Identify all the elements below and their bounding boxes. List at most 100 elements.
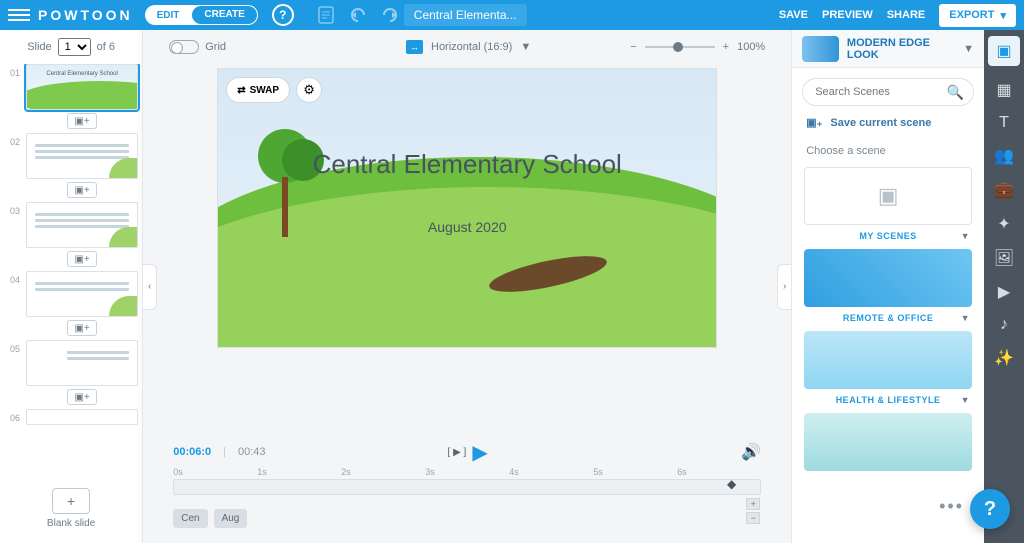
add-after-slide-icon[interactable]: ▣+ — [67, 113, 97, 129]
choose-scene-label: Choose a scene — [792, 139, 984, 161]
slide-total: of 6 — [97, 41, 115, 53]
add-after-slide-icon[interactable]: ▣+ — [67, 182, 97, 198]
search-icon[interactable]: 🔍 — [947, 84, 964, 101]
project-title-input[interactable]: Central Elementa... — [404, 4, 527, 26]
sound-tool-icon[interactable]: ♪ — [1000, 316, 1008, 334]
slide-thumb-5[interactable] — [26, 340, 138, 386]
shapes-tool-icon[interactable]: ✦ — [997, 214, 1010, 234]
look-selector[interactable]: MODERN EDGE LOOK ▼ — [792, 30, 984, 68]
slide-thumb-4[interactable] — [26, 271, 138, 317]
play-icon[interactable]: ▶ — [472, 440, 487, 465]
slide-thumb-6[interactable] — [26, 409, 138, 425]
mode-toggle[interactable]: EDIT CREATE — [145, 5, 258, 25]
step-back-icon[interactable]: [ ▶ ] — [448, 447, 467, 458]
my-scene-placeholder[interactable]: ▣ — [804, 167, 972, 225]
chevron-down-icon: ▼ — [520, 41, 531, 53]
playhead-icon[interactable]: ◆ — [727, 477, 736, 491]
look-thumbnail — [802, 36, 839, 62]
blank-slide-label: Blank slide — [47, 518, 95, 529]
more-menu-icon[interactable]: ••• — [939, 496, 964, 517]
slide-select[interactable]: 1 — [58, 38, 91, 56]
thumb-number: 04 — [4, 271, 20, 285]
look-label: MODERN EDGE LOOK — [847, 37, 955, 61]
thumb-number: 02 — [4, 133, 20, 147]
share-button[interactable]: SHARE — [887, 9, 926, 21]
timeline[interactable]: 0s 1s 2s 3s 4s 5s 6s ◆ + − Cen Aug — [143, 467, 791, 543]
aspect-label: Horizontal (16:9) — [431, 41, 512, 53]
save-button[interactable]: SAVE — [779, 9, 808, 21]
preview-button[interactable]: PREVIEW — [822, 9, 873, 21]
images-tool-icon[interactable]: 🖼 — [994, 248, 1014, 268]
scene-category-health[interactable] — [804, 331, 972, 389]
chevron-down-icon[interactable]: ▼ — [961, 231, 970, 241]
category-my-scenes[interactable]: MY SCENES — [859, 231, 916, 241]
plus-icon: + — [52, 488, 90, 514]
category-health-label[interactable]: HEALTH & LIFESTYLE — [836, 395, 941, 405]
grid-label: Grid — [205, 41, 226, 53]
export-button[interactable]: EXPORT ▾ — [939, 4, 1016, 27]
slide-subtitle[interactable]: August 2020 — [218, 219, 716, 235]
swap-button[interactable]: ⇄ SWAP — [226, 77, 290, 103]
zoom-value: 100% — [737, 41, 765, 53]
slide-thumb-1[interactable]: Central Elementary School — [26, 64, 138, 110]
video-tool-icon[interactable]: ▶ — [998, 282, 1010, 302]
timeline-object-chip[interactable]: Aug — [214, 509, 248, 528]
props-tool-icon[interactable]: 💼 — [994, 180, 1014, 200]
gear-icon[interactable]: ⚙ — [296, 77, 322, 103]
add-after-slide-icon[interactable]: ▣+ — [67, 320, 97, 336]
slide-thumbnails: 01 Central Elementary School ▣+ 02 ▣+ — [0, 64, 142, 478]
background-tool-icon[interactable]: ▦ — [996, 80, 1011, 100]
edit-mode[interactable]: EDIT — [145, 10, 192, 21]
redo-icon[interactable] — [380, 8, 398, 22]
slide-title[interactable]: Central Elementary School — [218, 149, 716, 180]
save-scene-label: Save current scene — [830, 117, 931, 129]
document-icon[interactable] — [318, 6, 334, 24]
chevron-down-icon[interactable]: ▼ — [961, 313, 970, 323]
canvas-area: ‹ › Grid ↔ Horizontal (16:9) ▼ − + 100% — [143, 30, 791, 543]
scenes-tool-icon[interactable]: ▣ — [988, 36, 1020, 66]
right-panel: MODERN EDGE LOOK ▼ 🔍 ▣₊ Save current sce… — [791, 30, 1024, 543]
zoom-slider[interactable] — [645, 46, 715, 48]
timeline-zoom-in-icon[interactable]: + — [746, 498, 760, 510]
aspect-icon: ↔ — [406, 40, 423, 54]
collapse-left-icon[interactable]: ‹ — [143, 264, 157, 310]
slide-nav: Slide 1 of 6 — [0, 30, 142, 64]
thumb-number: 06 — [4, 409, 20, 423]
chevron-down-icon[interactable]: ▼ — [961, 395, 970, 405]
add-after-slide-icon[interactable]: ▣+ — [67, 389, 97, 405]
specials-tool-icon[interactable]: ✨ — [994, 348, 1014, 368]
slide-thumb-3[interactable] — [26, 202, 138, 248]
slide-stage[interactable]: ⇄ SWAP ⚙ Central Elementary School Augus… — [217, 68, 717, 348]
category-remote-office-label[interactable]: REMOTE & OFFICE — [843, 313, 934, 323]
characters-tool-icon[interactable]: 👥 — [994, 146, 1014, 166]
zoom-out-icon[interactable]: − — [630, 41, 636, 53]
volume-icon[interactable]: 🔊 — [741, 442, 761, 462]
timeline-track[interactable]: ◆ + − — [173, 479, 761, 495]
add-after-slide-icon[interactable]: ▣+ — [67, 251, 97, 267]
timeline-zoom-out-icon[interactable]: − — [746, 512, 760, 524]
tool-column: ▣ ▦ T 👥 💼 ✦ 🖼 ▶ ♪ ✨ — [984, 30, 1024, 543]
text-tool-icon[interactable]: T — [999, 114, 1009, 132]
playback-bar: 00:06:0 | 00:43 [ ▶ ] ▶ 🔊 — [143, 437, 791, 467]
undo-icon[interactable] — [350, 8, 368, 22]
slide-thumb-2[interactable] — [26, 133, 138, 179]
scene-category-remote-office[interactable] — [804, 249, 972, 307]
timeline-object-chip[interactable]: Cen — [173, 509, 207, 528]
help-fab-button[interactable]: ? — [970, 489, 1010, 529]
help-icon[interactable]: ? — [272, 4, 294, 26]
logo: POWTOON — [38, 7, 133, 23]
scene-category-next[interactable] — [804, 413, 972, 471]
toggle-switch[interactable] — [169, 40, 199, 54]
grid-toggle[interactable]: Grid — [169, 40, 226, 54]
save-scene-icon: ▣₊ — [806, 116, 822, 129]
collapse-right-icon[interactable]: › — [777, 264, 791, 310]
blank-slide-button[interactable]: + Blank slide — [0, 478, 142, 543]
create-mode[interactable]: CREATE — [192, 6, 256, 24]
aspect-selector[interactable]: ↔ Horizontal (16:9) ▼ — [406, 40, 531, 54]
menu-icon[interactable] — [8, 9, 30, 21]
thumb-number: 01 — [4, 64, 20, 78]
zoom-control[interactable]: − + 100% — [630, 41, 765, 53]
time-current: 00:06:0 — [173, 446, 211, 458]
zoom-in-icon[interactable]: + — [723, 41, 729, 53]
save-scene-button[interactable]: ▣₊ Save current scene — [792, 116, 984, 139]
